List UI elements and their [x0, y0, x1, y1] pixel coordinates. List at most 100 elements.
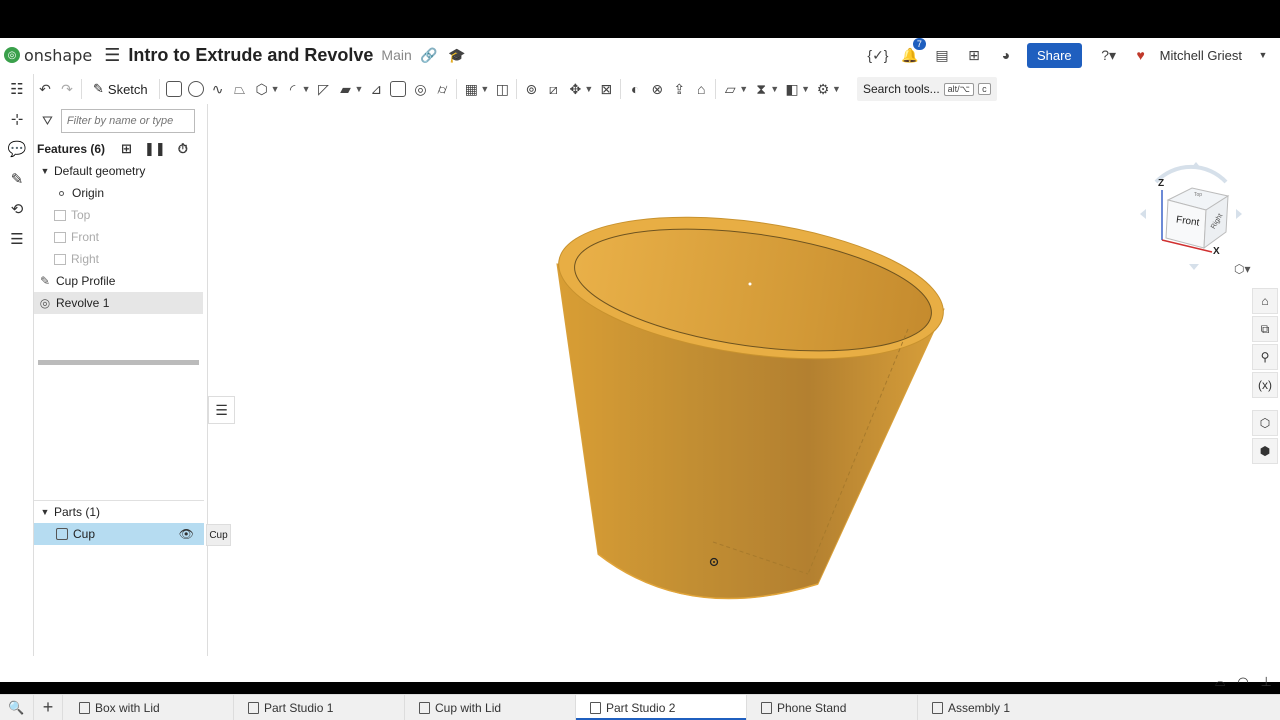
- appearance-icon[interactable]: ⌂: [1252, 288, 1278, 314]
- learning-center-icon[interactable]: 🎓: [446, 44, 468, 66]
- link-icon[interactable]: 🔗: [418, 44, 440, 66]
- app-store-icon[interactable]: ⊞: [963, 44, 985, 66]
- properties-icon[interactable]: ✎: [0, 164, 34, 194]
- custom-features-icon[interactable]: ⚙: [812, 76, 834, 102]
- revolve-icon[interactable]: [185, 76, 207, 102]
- default-geometry-row[interactable]: ▼ Default geometry: [34, 160, 207, 182]
- zoom-fit-icon[interactable]: ⌓: [1215, 674, 1225, 690]
- modify-fillet-icon[interactable]: ◐: [624, 76, 646, 102]
- tab-assembly-1[interactable]: Assembly 1: [917, 695, 1088, 720]
- eye-icon[interactable]: 👁: [179, 527, 194, 541]
- boolean-icon[interactable]: ⊚: [520, 76, 542, 102]
- delete-face-icon[interactable]: ⊗: [646, 76, 668, 102]
- history-icon[interactable]: ⟲: [0, 194, 34, 224]
- chevron-down-icon[interactable]: ▼: [801, 84, 810, 94]
- feature-row-revolve-1[interactable]: ◎ Revolve 1: [34, 292, 203, 314]
- chevron-down-icon[interactable]: ▼: [480, 84, 489, 94]
- branch-name[interactable]: Main: [381, 47, 411, 63]
- tab-part-studio-2[interactable]: Part Studio 2: [575, 695, 746, 720]
- sketch-button[interactable]: ✎ Sketch: [85, 81, 156, 97]
- user-name[interactable]: Mitchell Griest: [1160, 48, 1242, 63]
- loft-icon[interactable]: ⏢: [229, 76, 251, 102]
- chevron-down-icon[interactable]: ▼: [770, 84, 779, 94]
- parts-list-icon[interactable]: ☰: [0, 224, 34, 254]
- draft-icon[interactable]: ▰: [335, 76, 357, 102]
- chamfer-icon[interactable]: ◸: [313, 76, 335, 102]
- measure-ruler-icon[interactable]: ⊥: [1261, 674, 1272, 690]
- tab-part-studio-1[interactable]: Part Studio 1: [233, 695, 404, 720]
- timer-icon[interactable]: ⏱: [178, 141, 188, 157]
- view-cube-top[interactable]: Top: [1194, 192, 1202, 198]
- pause-icon[interactable]: ❚❚: [144, 141, 166, 157]
- tab-box-with-lid[interactable]: Box with Lid: [62, 695, 233, 720]
- chevron-down-icon[interactable]: ▼: [584, 84, 593, 94]
- measure-icon[interactable]: ⚲: [1252, 344, 1278, 370]
- plane-row-front[interactable]: Front: [34, 226, 207, 248]
- release-management-icon[interactable]: ▤: [931, 44, 953, 66]
- chevron-down-icon[interactable]: ▼: [739, 84, 748, 94]
- learning-icon[interactable]: ◕: [995, 44, 1017, 66]
- hamburger-menu-icon[interactable]: ☰: [104, 45, 120, 66]
- rib-icon[interactable]: ⊿: [365, 76, 387, 102]
- share-button[interactable]: Share: [1026, 42, 1082, 68]
- chevron-down-icon[interactable]: ▼: [355, 84, 364, 94]
- feature-row-cup-profile[interactable]: ✎ Cup Profile: [34, 270, 207, 292]
- feature-list-icon[interactable]: ☷: [0, 74, 34, 104]
- transform-icon[interactable]: ✥: [564, 76, 586, 102]
- chevron-down-icon[interactable]: ▼: [38, 507, 52, 517]
- surface-icon[interactable]: ◧: [781, 76, 803, 102]
- sweep-icon[interactable]: ∿: [207, 76, 229, 102]
- variables-panel-icon[interactable]: (x): [1252, 372, 1278, 398]
- tab-cup-with-lid[interactable]: Cup with Lid: [404, 695, 575, 720]
- origin-row[interactable]: Origin: [34, 182, 207, 204]
- part-row-cup[interactable]: Cup 👁: [34, 523, 204, 545]
- helix-icon[interactable]: ⧗: [750, 76, 772, 102]
- pattern-icon[interactable]: ▦: [460, 76, 482, 102]
- view-cube[interactable]: Front Right Top Z X: [1136, 152, 1246, 282]
- cylinder-icon[interactable]: ⌭: [431, 76, 453, 102]
- onshape-logo[interactable]: ◎ onshape: [4, 46, 92, 65]
- move-face-icon[interactable]: ⇪: [668, 76, 690, 102]
- filter-icon[interactable]: ⛛: [42, 113, 53, 129]
- plane-row-top[interactable]: Top: [34, 204, 207, 226]
- mirror-icon[interactable]: ◫: [491, 76, 513, 102]
- section-view-icon[interactable]: ⬡: [1252, 410, 1278, 436]
- thicken-icon[interactable]: ⬡: [251, 76, 273, 102]
- render-mode-icon[interactable]: ◠: [1237, 674, 1248, 690]
- extrude-icon[interactable]: [163, 76, 185, 102]
- filter-input[interactable]: [60, 109, 195, 133]
- hole-icon[interactable]: ◎: [409, 76, 431, 102]
- graphics-viewport[interactable]: Front Right Top Z X ⬡▾: [208, 104, 1252, 656]
- chevron-down-icon[interactable]: ▼: [302, 84, 311, 94]
- notifications-bell-icon[interactable]: 🔔 7: [899, 38, 926, 66]
- view-options-icon[interactable]: ⬡▾: [1234, 262, 1251, 276]
- redo-icon[interactable]: ↷: [56, 76, 78, 102]
- tab-phone-stand[interactable]: Phone Stand: [746, 695, 917, 720]
- cup-model[interactable]: [208, 104, 1252, 656]
- featurescript-icon[interactable]: {✓}: [867, 44, 889, 66]
- rollback-bar[interactable]: [38, 360, 199, 365]
- help-icon[interactable]: ?▾: [1098, 44, 1120, 66]
- plane-row-right[interactable]: Right: [34, 248, 207, 270]
- fillet-icon[interactable]: ◜: [282, 76, 304, 102]
- variables-icon[interactable]: ⊹: [0, 104, 34, 134]
- shell-icon[interactable]: [387, 76, 409, 102]
- delete-part-icon[interactable]: ⊠: [595, 76, 617, 102]
- chevron-down-icon[interactable]: ▼: [271, 84, 280, 94]
- plane-icon[interactable]: ▱: [719, 76, 741, 102]
- tab-search-icon[interactable]: 🔍: [0, 695, 34, 720]
- split-icon[interactable]: ⧄: [542, 76, 564, 102]
- chevron-down-icon[interactable]: ▼: [38, 166, 52, 176]
- chevron-down-icon[interactable]: ▼: [832, 84, 841, 94]
- comments-icon[interactable]: 💬: [0, 134, 34, 164]
- display-states-icon[interactable]: ⬢: [1252, 438, 1278, 464]
- add-folder-icon[interactable]: ⊞: [121, 141, 132, 157]
- mass-properties-icon[interactable]: ⧉: [1252, 316, 1278, 342]
- undo-icon[interactable]: ↶: [34, 76, 56, 102]
- replace-face-icon[interactable]: ⌂: [690, 76, 712, 102]
- add-tab-icon[interactable]: +: [34, 695, 62, 720]
- document-title[interactable]: Intro to Extrude and Revolve: [128, 45, 373, 66]
- search-tools-button[interactable]: Search tools... alt/⌥ c: [856, 77, 997, 101]
- user-avatar-icon[interactable]: ♥: [1130, 44, 1152, 66]
- parts-header[interactable]: ▼ Parts (1): [34, 501, 204, 523]
